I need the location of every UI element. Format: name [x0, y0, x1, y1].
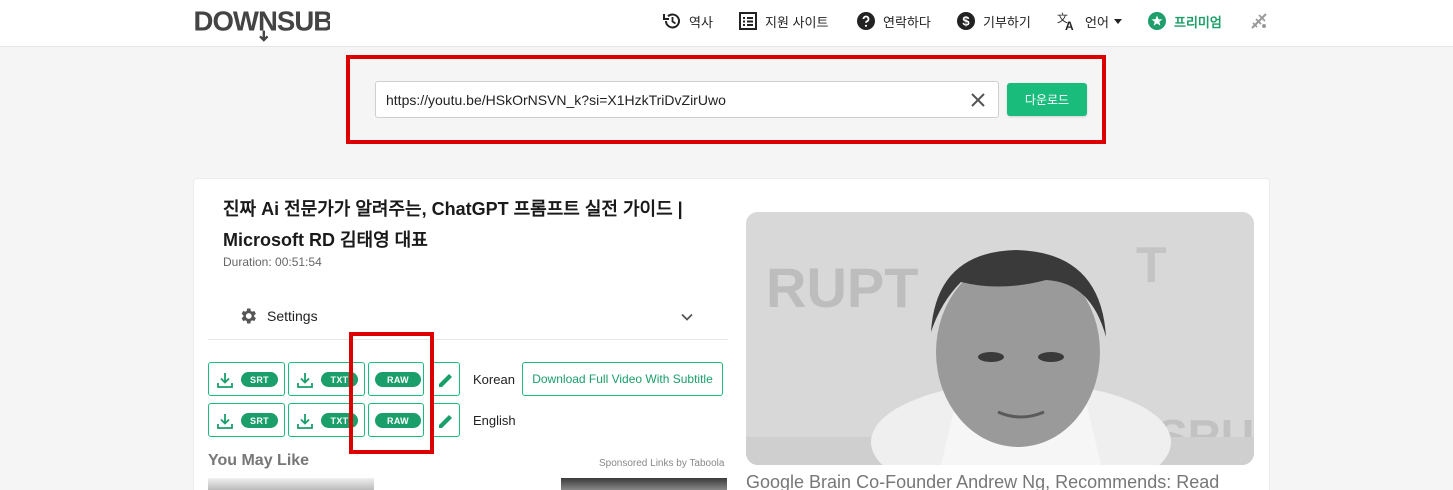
settings-toggle[interactable]: Settings — [208, 296, 728, 340]
nav-donate-label: 기부하기 — [983, 14, 1031, 30]
raw-highlight-box — [349, 332, 434, 454]
download-icon — [297, 414, 313, 429]
download-icon — [297, 373, 313, 388]
pencil-icon — [439, 415, 452, 428]
nav-history[interactable]: 역사 — [662, 10, 713, 32]
star-icon — [1148, 12, 1166, 30]
ad-thumbnail[interactable]: RUPT T DISRU — [746, 212, 1254, 465]
nav-contact[interactable]: 연락하다 — [856, 10, 931, 32]
nav-supported-sites-label: 지원 사이트 — [765, 14, 829, 30]
download-button[interactable]: 다운로드 — [1007, 83, 1087, 116]
svg-text:$: $ — [962, 14, 970, 29]
svg-text:A: A — [1065, 19, 1074, 31]
korean-edit-button[interactable] — [430, 362, 460, 396]
theme-icon — [1251, 13, 1267, 29]
recommendation-thumbnail[interactable] — [561, 478, 727, 490]
download-icon — [217, 414, 233, 429]
gear-icon — [241, 308, 256, 324]
nav-history-label: 역사 — [689, 14, 713, 30]
download-full-video-button[interactable]: Download Full Video With Subtitle — [522, 362, 723, 396]
help-icon — [857, 12, 875, 30]
subtitle-language-label: English — [473, 413, 516, 428]
dollar-icon: $ — [957, 12, 975, 30]
settings-label: Settings — [267, 308, 318, 324]
translate-icon: 文 A — [1057, 11, 1074, 31]
portrait-image: RUPT T DISRU — [746, 212, 1254, 465]
theme-toggle[interactable] — [1248, 10, 1270, 32]
english-edit-button[interactable] — [430, 403, 460, 437]
video-duration: Duration: 00:51:54 — [223, 255, 322, 269]
ad-title[interactable]: Google Brain Co-Founder Andrew Ng, Recom… — [746, 472, 1219, 490]
history-icon — [663, 13, 680, 29]
svg-text:T: T — [1136, 237, 1167, 293]
top-header: DOWNSUB 역사 지원 사이트 연락하다 $ 기부하기 文 A 언어 프리미… — [0, 0, 1453, 47]
download-icon — [217, 373, 233, 388]
subtitle-language-label: Korean — [473, 372, 515, 387]
downsub-logo[interactable]: DOWNSUB — [190, 4, 330, 42]
nav-premium[interactable]: 프리미엄 — [1147, 10, 1222, 32]
format-badge: SRT — [241, 372, 278, 387]
svg-text:RUPT: RUPT — [766, 256, 918, 319]
list-icon — [739, 12, 757, 30]
nav-contact-label: 연락하다 — [883, 14, 931, 30]
url-input-container — [375, 81, 999, 118]
url-input[interactable] — [386, 82, 956, 117]
close-icon[interactable] — [968, 90, 988, 110]
nav-donate[interactable]: $ 기부하기 — [956, 10, 1031, 32]
recommendation-thumbnail[interactable] — [208, 478, 374, 490]
korean-srt-download-button[interactable]: SRT — [208, 362, 285, 396]
nav-language[interactable]: 文 A 언어 — [1056, 10, 1122, 32]
chevron-down-icon — [1113, 18, 1122, 24]
chevron-down-icon — [681, 313, 693, 321]
nav-supported-sites[interactable]: 지원 사이트 — [738, 10, 828, 32]
sponsored-label[interactable]: Sponsored Links by Taboola — [599, 458, 724, 469]
nav-language-label: 언어 — [1085, 14, 1109, 30]
recommendations-heading: You May Like — [208, 452, 310, 469]
video-title: 진짜 Ai 전문가가 알려주는, ChatGPT 프롬프트 실전 가이드 | M… — [223, 199, 683, 250]
nav-premium-label: 프리미엄 — [1174, 14, 1222, 30]
pencil-icon — [439, 374, 452, 387]
format-badge: SRT — [241, 413, 278, 428]
english-srt-download-button[interactable]: SRT — [208, 403, 285, 437]
logo-text: DOWNSUB — [194, 6, 331, 37]
